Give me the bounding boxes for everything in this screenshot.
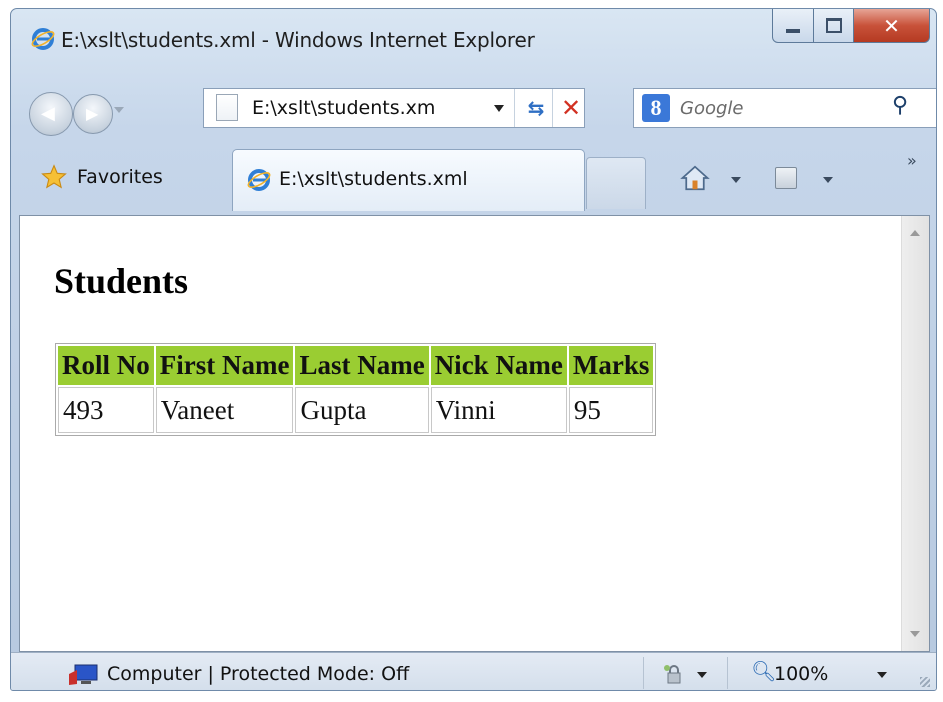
favorites-star-icon: [41, 164, 67, 189]
table-header-row: Roll No First Name Last Name Nick Name M…: [58, 346, 654, 385]
column-header: Nick Name: [430, 346, 567, 385]
feeds-dropdown-icon[interactable]: [823, 177, 833, 183]
column-header: Last Name: [295, 346, 429, 385]
address-dropdown-icon[interactable]: [494, 105, 504, 112]
table-cell: 95: [568, 387, 654, 433]
scroll-down-icon[interactable]: [910, 631, 920, 637]
rss-feed-icon[interactable]: [775, 167, 797, 189]
column-header: Roll No: [58, 346, 154, 385]
address-separator: [552, 89, 553, 127]
table-cell: Gupta: [295, 387, 429, 433]
browser-window: E:\xslt\students.xml - Windows Internet …: [10, 8, 937, 691]
status-separator: [643, 657, 644, 689]
forward-arrow-icon: ▶: [86, 104, 99, 123]
page-content: Students Roll No First Name Last Name Ni…: [19, 215, 930, 652]
zoom-dropdown-icon[interactable]: [877, 672, 887, 678]
maximize-icon: [825, 18, 842, 33]
minimize-button[interactable]: [772, 9, 814, 43]
new-tab-button[interactable]: [586, 157, 646, 209]
window-title: E:\xslt\students.xml - Windows Internet …: [61, 28, 535, 52]
protected-mode-lock-icon[interactable]: [662, 662, 686, 686]
column-header: First Name: [155, 346, 294, 385]
search-box[interactable]: 8 Google ⚲: [633, 88, 936, 128]
column-header: Marks: [568, 346, 654, 385]
address-input[interactable]: E:\xslt\students.xm: [252, 97, 435, 119]
google-search-provider-icon[interactable]: 8: [642, 94, 670, 122]
forward-button[interactable]: ▶: [73, 94, 113, 134]
zoom-level[interactable]: 100%: [774, 663, 828, 685]
zone-dropdown-icon[interactable]: [697, 672, 707, 678]
home-dropdown-icon[interactable]: [731, 177, 741, 183]
resize-grip-icon[interactable]: [920, 677, 930, 687]
minimize-icon: [786, 28, 800, 33]
internet-explorer-icon: [31, 27, 55, 51]
maximize-button[interactable]: [814, 9, 854, 43]
table-row: 493 Vaneet Gupta Vinni 95: [58, 387, 654, 433]
home-icon[interactable]: [680, 163, 710, 193]
search-icon[interactable]: ⚲: [892, 93, 908, 118]
table-cell: 493: [58, 387, 154, 433]
computer-zone-icon: [69, 664, 98, 685]
vertical-scrollbar[interactable]: [901, 216, 929, 651]
page-favicon-icon: [247, 168, 271, 192]
window-controls: ✕: [772, 9, 930, 45]
favorites-button[interactable]: Favorites: [41, 161, 163, 193]
tab-bar: Favorites E:\xslt\students.xml »: [11, 145, 936, 215]
navigation-bar: ◀ ▶ E:\xslt\students.xm ⇆ ✕ 8 Google ⚲: [11, 81, 936, 137]
table-cell: Vaneet: [155, 387, 294, 433]
stop-icon[interactable]: ✕: [556, 93, 586, 123]
search-input[interactable]: Google: [680, 98, 743, 119]
favorites-label: Favorites: [77, 166, 163, 188]
page-title: Students: [54, 261, 189, 301]
tab-label: E:\xslt\students.xml: [279, 168, 468, 190]
page-icon: [216, 94, 238, 121]
status-bar: Computer | Protected Mode: Off 🔍︎ 100%: [11, 652, 936, 690]
status-separator: [727, 657, 728, 689]
refresh-icon[interactable]: ⇆: [520, 93, 552, 123]
table-cell: Vinni: [430, 387, 567, 433]
back-button[interactable]: ◀: [29, 92, 73, 136]
security-zone-text[interactable]: Computer | Protected Mode: Off: [107, 663, 409, 685]
more-commands-chevron-icon[interactable]: »: [907, 151, 917, 170]
zoom-icon[interactable]: 🔍︎: [751, 659, 776, 683]
back-arrow-icon: ◀: [41, 103, 55, 124]
tab-students-xml[interactable]: E:\xslt\students.xml: [232, 149, 585, 211]
recent-pages-dropdown-icon[interactable]: [114, 107, 124, 113]
close-icon: ✕: [883, 13, 900, 38]
address-separator: [514, 89, 515, 127]
scroll-up-icon[interactable]: [910, 230, 920, 236]
students-table: Roll No First Name Last Name Nick Name M…: [55, 343, 657, 436]
title-bar[interactable]: E:\xslt\students.xml - Windows Internet …: [11, 9, 936, 69]
address-bar[interactable]: E:\xslt\students.xm ⇆ ✕: [203, 88, 585, 128]
close-button[interactable]: ✕: [854, 9, 930, 43]
